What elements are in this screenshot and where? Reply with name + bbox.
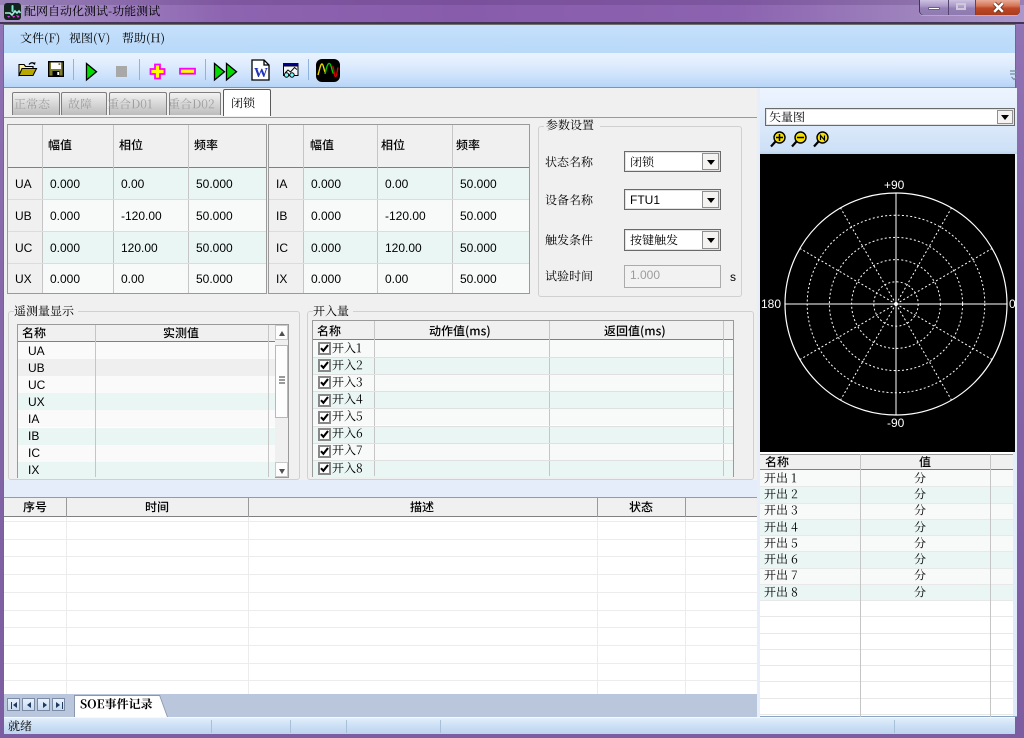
svg-text:W: W bbox=[254, 66, 268, 81]
